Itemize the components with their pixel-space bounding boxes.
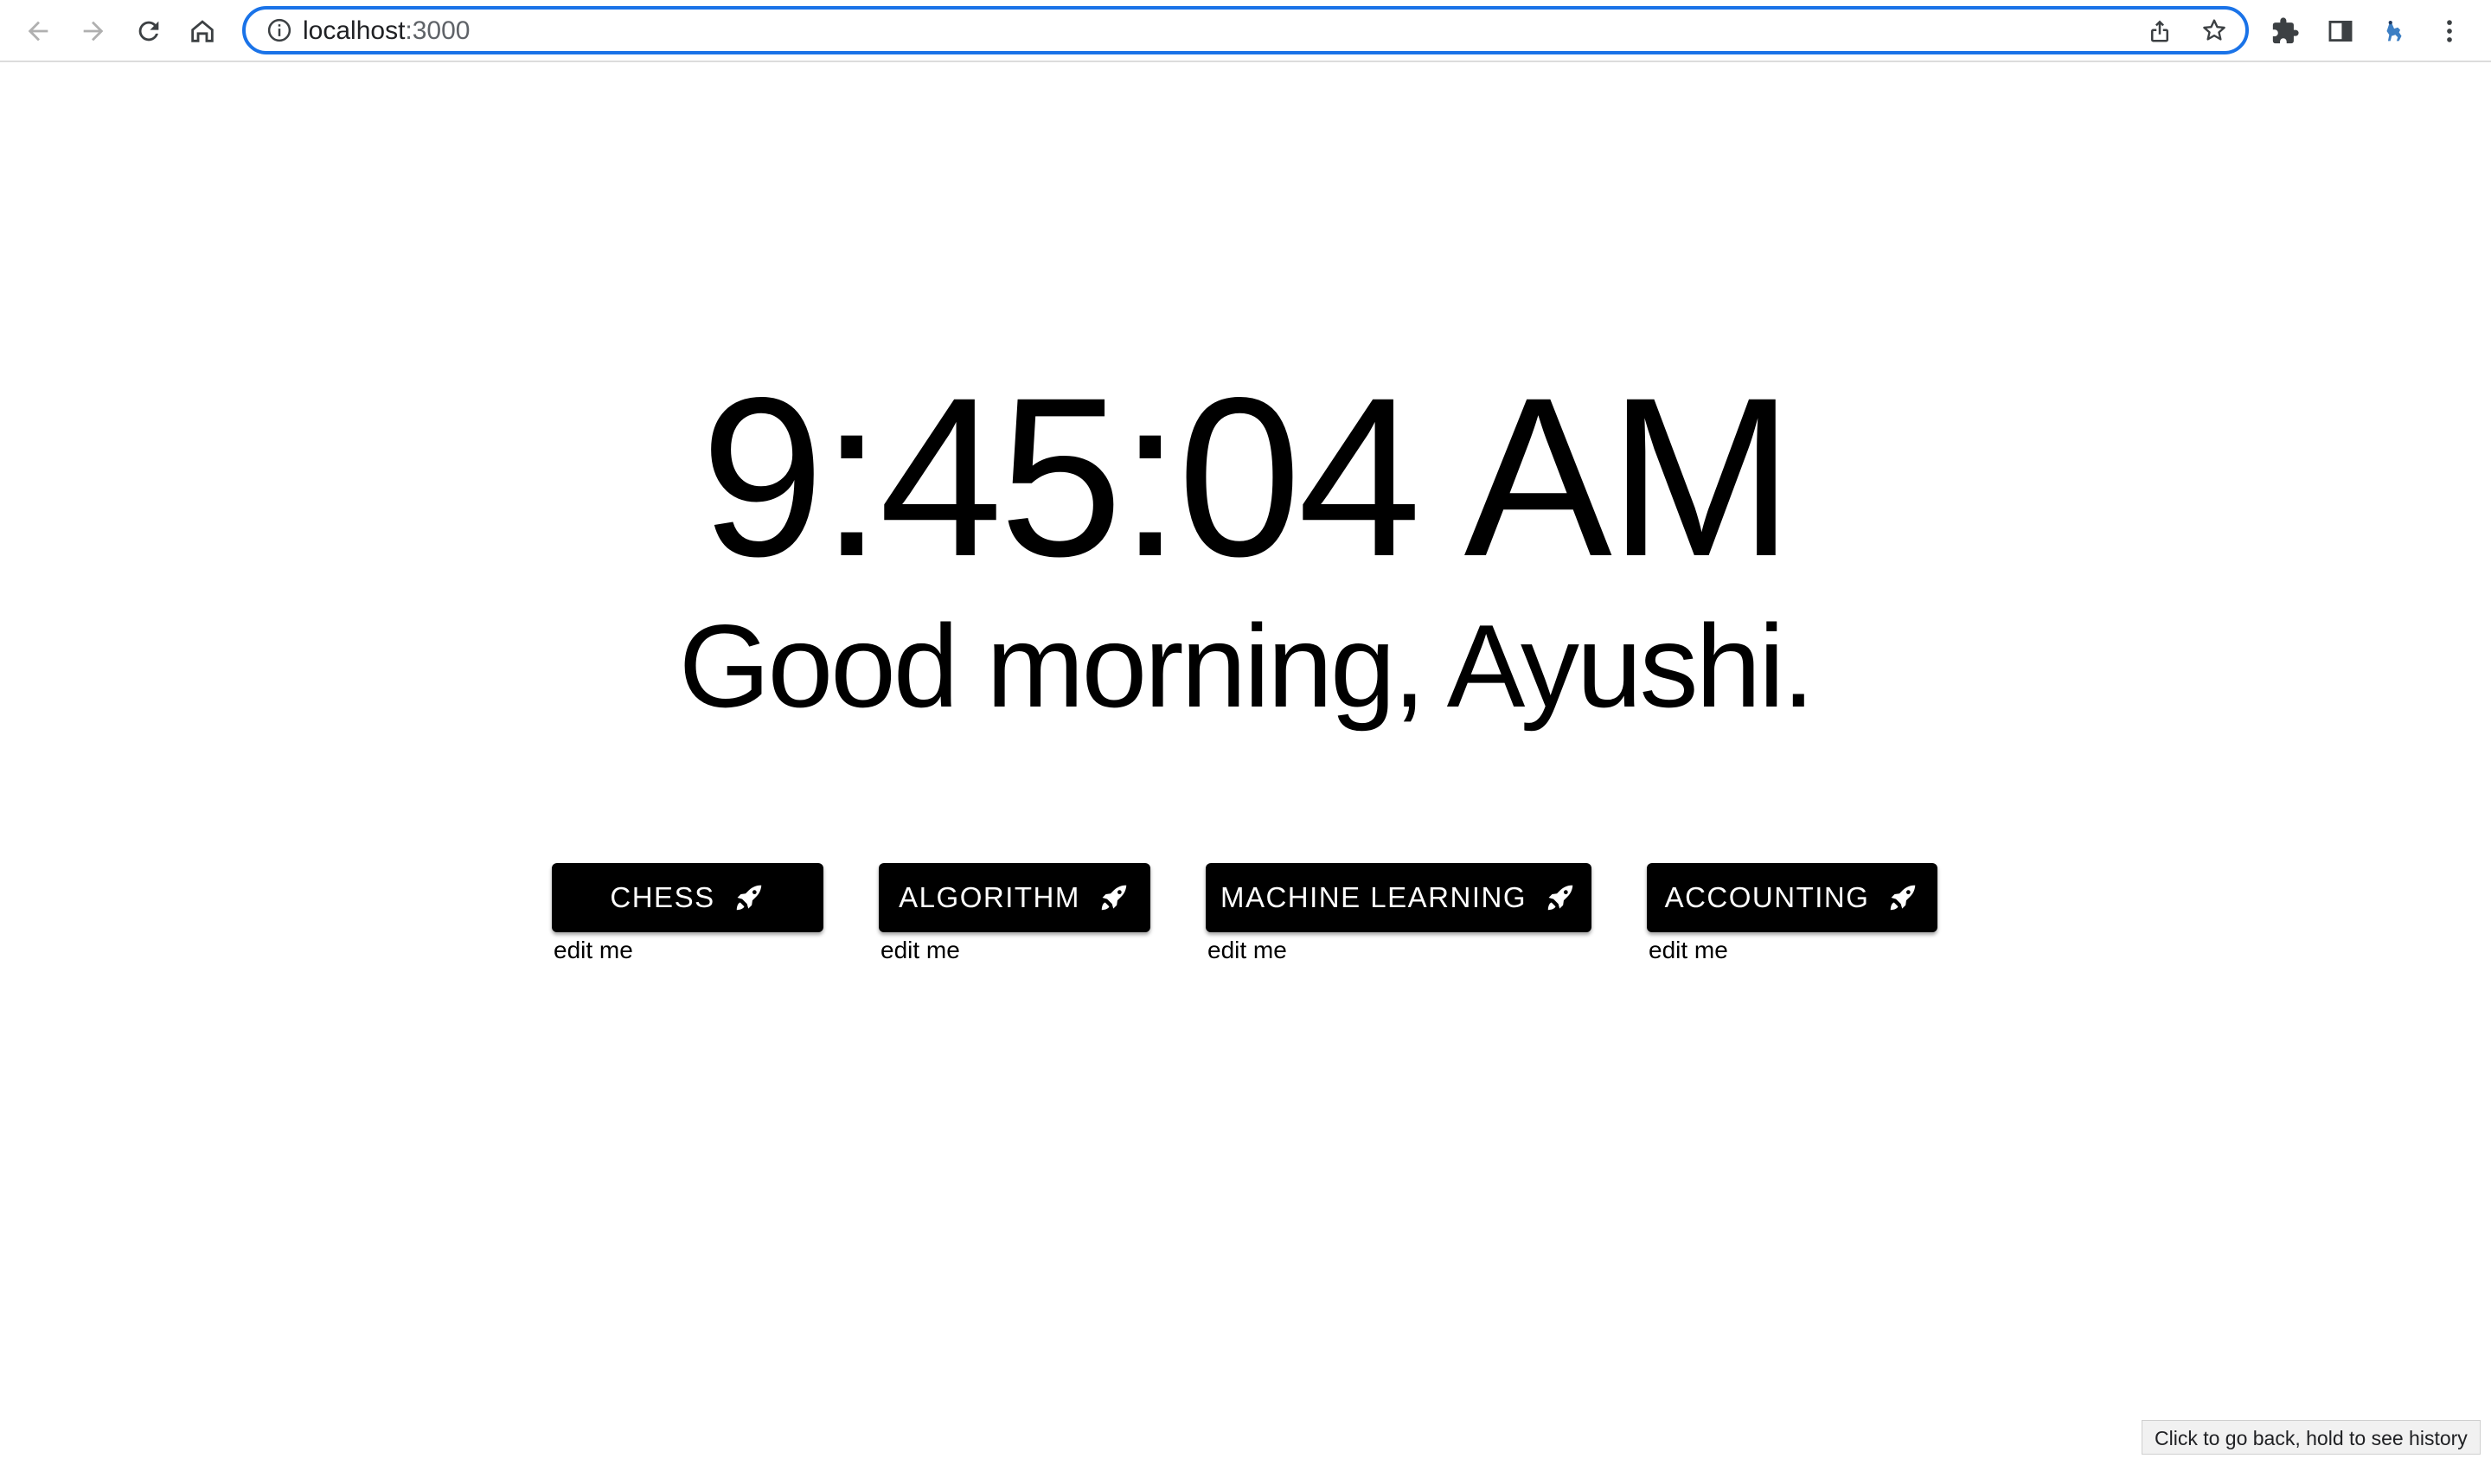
star-icon[interactable] (2200, 16, 2228, 44)
machine-learning-button[interactable]: MACHINE LEARNING (1206, 863, 1591, 932)
accounting-button[interactable]: ACCOUNTING (1647, 863, 1937, 932)
topic-item: MACHINE LEARNING edit me (1206, 863, 1591, 965)
back-button[interactable] (16, 9, 61, 54)
address-bar[interactable]: localhost:3000 (242, 6, 2249, 54)
edit-me-link[interactable]: edit me (1649, 936, 1937, 965)
side-panel-icon (2328, 20, 2353, 42)
rocket-icon (736, 885, 761, 911)
rocket-icon (1101, 885, 1127, 911)
reload-icon (138, 21, 159, 42)
edit-me-link[interactable]: edit me (554, 936, 823, 965)
url-text[interactable]: localhost:3000 (303, 16, 470, 46)
topic-item: CHESS edit me (552, 863, 823, 965)
profile-button[interactable] (2372, 9, 2417, 54)
profile-avatar-icon (2386, 20, 2402, 42)
arrow-right-icon (83, 21, 104, 42)
side-panel-button[interactable] (2318, 9, 2363, 54)
rocket-icon (1547, 885, 1573, 911)
url-host: localhost (303, 16, 406, 45)
topic-item: ALGORITHM edit me (879, 863, 1150, 965)
extensions-button[interactable] (2263, 9, 2308, 54)
url-port: :3000 (405, 16, 471, 45)
edit-me-link[interactable]: edit me (1207, 936, 1591, 965)
chess-button[interactable]: CHESS (552, 863, 823, 932)
button-label: ALGORITHM (899, 881, 1080, 913)
share-icon[interactable] (2147, 18, 2173, 44)
forward-button[interactable] (71, 9, 116, 54)
edit-me-link[interactable]: edit me (880, 936, 1150, 965)
greeting-text: Good morning, Ayushi. (678, 600, 1815, 732)
browser-toolbar: localhost:3000 (0, 0, 2491, 62)
kebab-menu-icon (2447, 20, 2452, 42)
info-icon[interactable] (266, 17, 292, 43)
button-label: CHESS (610, 881, 715, 913)
button-label: MACHINE LEARNING (1220, 881, 1527, 913)
algorithm-button[interactable]: ALGORITHM (879, 863, 1150, 932)
topic-item: ACCOUNTING edit me (1647, 863, 1937, 965)
reload-button[interactable] (126, 9, 171, 54)
button-label: ACCOUNTING (1664, 881, 1870, 913)
rocket-icon (1891, 885, 1916, 911)
home-button[interactable] (180, 9, 225, 54)
puzzle-icon (2272, 17, 2299, 44)
clock-display: 9:45:04 AM (701, 350, 1794, 604)
back-button-tooltip: Click to go back, hold to see history (2142, 1420, 2481, 1455)
arrow-left-icon (28, 21, 48, 42)
browser-menu-button[interactable] (2427, 9, 2472, 54)
home-icon (191, 20, 214, 42)
